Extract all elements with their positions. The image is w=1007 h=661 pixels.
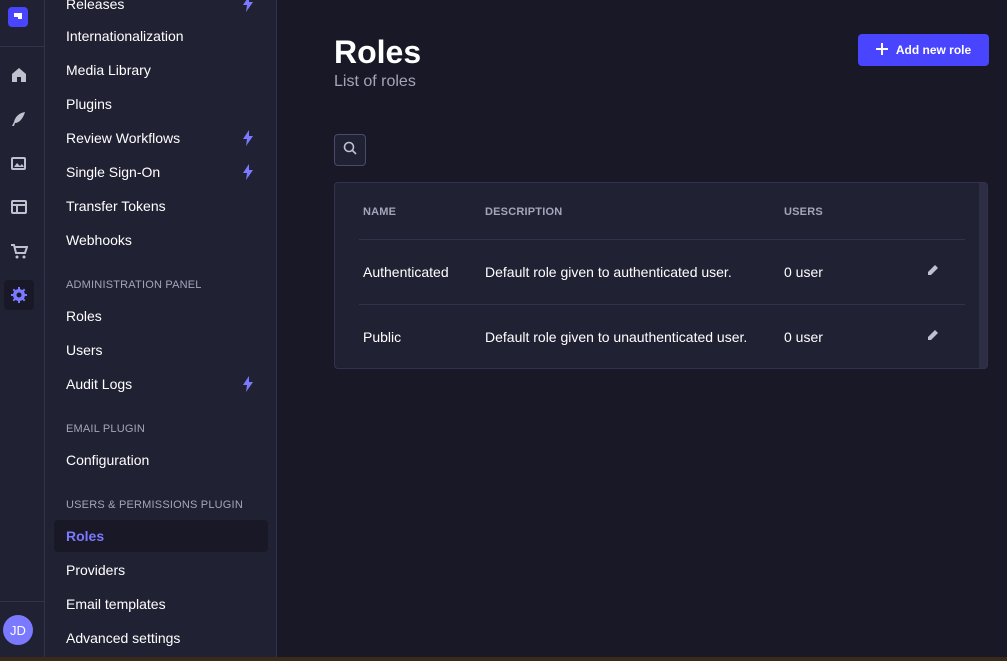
lightning-icon	[242, 130, 254, 149]
settings-subnav: Releases Internationalization Media Libr…	[45, 0, 277, 661]
content-manager-icon[interactable]	[4, 104, 34, 134]
row-divider	[359, 239, 965, 240]
search-icon	[343, 141, 357, 160]
subnav-item-label: Roles	[66, 528, 105, 544]
roles-table: NAME DESCRIPTION USERS Authenticated Def…	[334, 182, 988, 369]
add-new-role-label: Add new role	[895, 43, 972, 57]
subnav-item-label: Webhooks	[66, 232, 132, 248]
subnav-item-label: Users	[66, 342, 103, 358]
subnav-item-label: Media Library	[66, 62, 151, 78]
subnav-item-email-templates[interactable]: Email templates	[54, 588, 268, 620]
subnav-item-single-sign-on[interactable]: Single Sign-On	[54, 156, 268, 188]
role-users: 0 user	[784, 329, 823, 345]
lightning-icon	[242, 376, 254, 395]
subnav-item-users[interactable]: Users	[54, 334, 268, 366]
subnav-item-label: Roles	[66, 308, 102, 324]
main-content: Roles List of roles Add new role NAME DE…	[278, 0, 1007, 661]
subnav-item-label: Internationalization	[66, 28, 184, 44]
taskbar-edge	[0, 657, 1007, 661]
table-scrollbar[interactable]	[979, 183, 987, 368]
subnav-item-label: Plugins	[66, 96, 112, 112]
section-heading-administration: ADMINISTRATION PANEL	[66, 279, 202, 291]
pencil-icon[interactable]	[924, 327, 940, 343]
column-header-description[interactable]: DESCRIPTION	[485, 206, 562, 218]
subnav-item-label: Transfer Tokens	[66, 198, 166, 214]
column-header-users[interactable]: USERS	[784, 206, 823, 218]
page-title: Roles	[334, 34, 422, 70]
home-icon[interactable]	[4, 60, 34, 90]
subnav-item-webhooks[interactable]: Webhooks	[54, 224, 268, 256]
main-nav-rail: JD	[0, 0, 45, 661]
subnav-item-admin-roles[interactable]: Roles	[54, 300, 268, 332]
role-name: Authenticated	[363, 264, 449, 280]
content-type-builder-icon[interactable]	[4, 192, 34, 222]
subnav-item-label: Providers	[66, 562, 126, 578]
rail-divider	[0, 46, 45, 47]
rail-divider	[0, 601, 45, 602]
marketplace-icon[interactable]	[4, 236, 34, 266]
subnav-item-label: Releases	[66, 0, 125, 12]
settings-icon[interactable]	[4, 280, 34, 310]
section-heading-email-plugin: EMAIL PLUGIN	[66, 423, 146, 435]
lightning-icon	[242, 0, 254, 15]
role-description: Default role given to unauthenticated us…	[485, 329, 748, 345]
subnav-item-transfer-tokens[interactable]: Transfer Tokens	[54, 190, 268, 222]
subnav-item-releases[interactable]: Releases	[54, 0, 268, 20]
section-heading-users-permissions: USERS & PERMISSIONS PLUGIN	[66, 499, 243, 511]
subnav-item-internationalization[interactable]: Internationalization	[54, 20, 268, 52]
subnav-item-providers[interactable]: Providers	[54, 554, 268, 586]
subnav-item-media-library[interactable]: Media Library	[54, 54, 268, 86]
media-library-icon[interactable]	[4, 148, 34, 178]
role-name: Public	[363, 329, 402, 345]
subnav-item-label: Email templates	[66, 596, 166, 612]
subnav-item-up-roles[interactable]: Roles	[54, 520, 268, 552]
column-header-name[interactable]: NAME	[363, 206, 396, 218]
add-new-role-button[interactable]: Add new role	[858, 34, 989, 66]
subnav-item-review-workflows[interactable]: Review Workflows	[54, 122, 268, 154]
subnav-item-label: Review Workflows	[66, 130, 181, 146]
subnav-item-label: Audit Logs	[66, 376, 133, 392]
subnav-item-label: Single Sign-On	[66, 164, 161, 180]
subnav-item-label: Configuration	[66, 452, 150, 468]
page-subtitle: List of roles	[334, 73, 416, 90]
subnav-item-plugins[interactable]: Plugins	[54, 88, 268, 120]
lightning-icon	[242, 164, 254, 183]
pencil-icon[interactable]	[924, 262, 940, 278]
search-button[interactable]	[334, 134, 366, 166]
row-divider	[359, 304, 965, 305]
plus-icon	[875, 42, 888, 58]
role-users: 0 user	[784, 264, 823, 280]
logo-icon[interactable]	[8, 7, 28, 27]
role-description: Default role given to authenticated user…	[485, 264, 732, 280]
subnav-item-configuration[interactable]: Configuration	[54, 444, 268, 476]
subnav-item-audit-logs[interactable]: Audit Logs	[54, 368, 268, 400]
subnav-item-label: Advanced settings	[66, 630, 181, 646]
subnav-item-advanced-settings[interactable]: Advanced settings	[54, 622, 268, 654]
avatar[interactable]: JD	[3, 615, 33, 645]
